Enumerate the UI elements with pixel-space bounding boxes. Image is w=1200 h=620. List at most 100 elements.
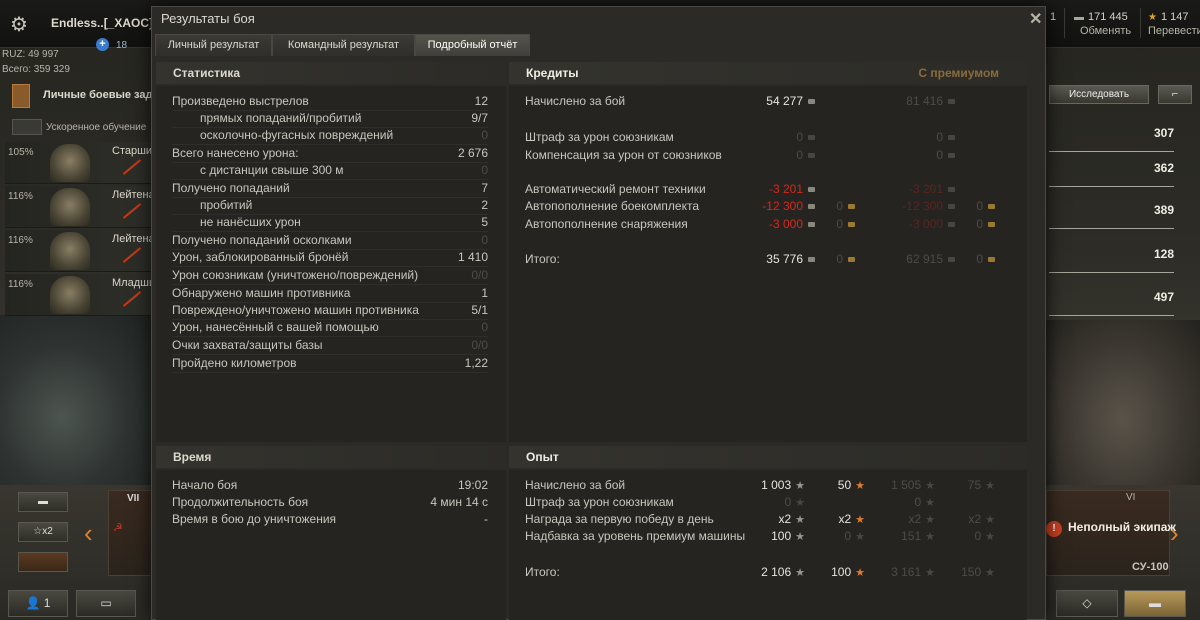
credits-icon bbox=[808, 187, 815, 193]
exp-value: 100 ★ bbox=[771, 529, 805, 543]
tank-tier: VI bbox=[1126, 492, 1136, 503]
platoon-count: 1 bbox=[43, 596, 51, 610]
credit-row: Начислено за бой 54 277 81 416 bbox=[525, 94, 1005, 111]
premium-filter-button[interactable] bbox=[18, 552, 68, 572]
currency-one: 1 bbox=[1050, 11, 1057, 23]
tank-card[interactable]: VII ☭ bbox=[108, 490, 153, 576]
credit-value: 0 bbox=[796, 130, 815, 144]
gold-icon bbox=[848, 204, 855, 210]
exp-star-icon: ★ bbox=[795, 514, 805, 526]
premium-exp-value: 151 ★ bbox=[901, 529, 935, 543]
stat-value: 0/0 bbox=[471, 338, 488, 352]
credit-amount: -3 000 bbox=[768, 217, 803, 231]
exp-row: Штраф за урон союзникам 0 ★ 0 ★ bbox=[525, 495, 1005, 512]
exp-row: Начислено за бой 1 003 ★ 50 ★ 1 505 ★ 75 ★ bbox=[525, 478, 1005, 495]
x2-filter-button[interactable]: ☆x2 bbox=[18, 522, 68, 542]
credit-label: Компенсация за урон от союзников bbox=[525, 148, 722, 162]
accelerated-training[interactable]: Ускоренное обучение bbox=[8, 119, 158, 139]
credits-icon bbox=[808, 153, 815, 159]
tab-team[interactable]: Командный результат bbox=[272, 34, 415, 56]
premium-gold-amount: 0 bbox=[976, 199, 983, 213]
free-exp-amount: 0 bbox=[844, 529, 852, 543]
plus-icon[interactable]: + bbox=[96, 38, 109, 51]
book-icon bbox=[12, 84, 30, 108]
gold-value: 0 bbox=[836, 199, 855, 213]
crew-portrait bbox=[50, 232, 90, 270]
stat-row: Повреждено/уничтожено машин противника 5/… bbox=[172, 303, 488, 320]
exp-amount: x2 bbox=[778, 512, 792, 526]
gear-icon[interactable]: ⚙ bbox=[10, 12, 28, 37]
incomplete-crew-label: Неполный экипаж bbox=[1068, 520, 1176, 534]
exp-label: Начислено за бой bbox=[525, 478, 626, 492]
crew-member[interactable]: 116% Лейтенант bbox=[5, 186, 166, 228]
time-value: 19:02 bbox=[457, 478, 488, 492]
premium-free-exp-amount: 150 bbox=[961, 565, 982, 579]
stat-row: Урон союзникам (уничтожено/повреждений) 0… bbox=[172, 268, 488, 285]
exp-star-icon: ★ bbox=[925, 497, 935, 509]
tank-filter-button[interactable]: ▬ bbox=[18, 492, 68, 512]
credits-icon bbox=[948, 187, 955, 193]
stat-value: 7 bbox=[481, 181, 488, 195]
credit-amount: -3 201 bbox=[768, 182, 803, 196]
exp-amount: 2 106 bbox=[761, 565, 792, 579]
close-icon[interactable]: ✕ bbox=[1029, 9, 1042, 29]
time-value: - bbox=[484, 512, 488, 526]
research-button[interactable]: Исследовать bbox=[1049, 85, 1149, 104]
free-exp-star-icon: ★ bbox=[985, 531, 995, 543]
crew-member[interactable]: 116% Лейтенант bbox=[5, 230, 166, 272]
tab-detailed[interactable]: Подробный отчёт bbox=[415, 34, 530, 56]
depot-button[interactable]: ◇ bbox=[1056, 590, 1118, 617]
accelerated-training-label: Ускоренное обучение bbox=[46, 121, 147, 133]
exp-star-icon: ★ bbox=[925, 480, 935, 492]
carousel-right-arrow[interactable]: › bbox=[1170, 518, 1179, 549]
credits-value: ▬ 171 445 bbox=[1074, 11, 1128, 23]
premium-gold-amount: 0 bbox=[976, 217, 983, 231]
crew-member[interactable]: 116% Младший bbox=[5, 274, 161, 316]
credit-row: Итого: 35 776 0 62 915 0 bbox=[525, 252, 1005, 269]
credit-row: Компенсация за урон от союзников 0 0 bbox=[525, 148, 1005, 165]
stat-label: Всего нанесено урона: bbox=[172, 146, 299, 160]
battle-icon: ▬ bbox=[1149, 596, 1161, 610]
stat-label: Пройдено километров bbox=[172, 356, 297, 370]
free-exp-star-icon: ★ bbox=[985, 567, 995, 579]
credits-icon bbox=[808, 135, 815, 141]
window-title: Результаты боя bbox=[161, 11, 255, 26]
free-exp-star-icon: ★ bbox=[855, 567, 865, 579]
premium-credit-value: -3 201 bbox=[909, 182, 955, 196]
exchange-button[interactable]: Обменять bbox=[1080, 25, 1131, 37]
time-label: Время в бою до уничтожения bbox=[172, 512, 337, 526]
stat-label: Урон, заблокированный бронёй bbox=[172, 250, 349, 264]
personal-missions[interactable]: Личные боевые задачи bbox=[10, 84, 171, 108]
stat-row: Урон, заблокированный бронёй 1 410 bbox=[172, 250, 488, 267]
crew-role-icon bbox=[122, 203, 142, 219]
battle-button[interactable]: ▬ bbox=[1124, 590, 1186, 617]
free-exp-star-icon: ★ bbox=[855, 480, 865, 492]
free-exp-amount: x2 bbox=[838, 512, 852, 526]
credits-icon bbox=[948, 99, 955, 105]
tank-stat: 362 bbox=[1049, 152, 1174, 187]
credit-amount: -12 300 bbox=[762, 199, 803, 213]
credits-icon bbox=[948, 204, 955, 210]
credit-value: 54 277 bbox=[766, 94, 815, 108]
free-exp-amount: 100 bbox=[831, 565, 852, 579]
platoon-button[interactable]: 👤 1 bbox=[8, 590, 68, 617]
crew-member[interactable]: 105% Старшина bbox=[5, 142, 164, 184]
credits-icon bbox=[948, 222, 955, 228]
diamond-icon: ◇ bbox=[1082, 596, 1092, 610]
credit-amount: 35 776 bbox=[766, 252, 803, 266]
player-name[interactable]: Endless..[_XAOC] bbox=[51, 16, 153, 30]
free-exp-value: 100 ★ bbox=[831, 565, 865, 579]
crew-skill-pct: 116% bbox=[8, 235, 33, 246]
chat-button[interactable]: ▭ bbox=[76, 590, 136, 617]
credits-icon bbox=[948, 153, 955, 159]
premium-exp-value: 3 161 ★ bbox=[891, 565, 935, 579]
time-header: Время bbox=[156, 446, 506, 468]
transfer-button[interactable]: Перевести bbox=[1148, 25, 1200, 37]
gold-icon bbox=[988, 222, 995, 228]
premium-gold-amount: 0 bbox=[976, 252, 983, 266]
gun-icon[interactable]: ⌐ bbox=[1158, 85, 1192, 104]
tab-personal[interactable]: Личный результат bbox=[155, 34, 272, 56]
carousel-left-arrow[interactable]: ‹ bbox=[84, 518, 93, 549]
premium-free-exp-value: 150 ★ bbox=[961, 565, 995, 579]
stat-value: 0 bbox=[481, 320, 488, 334]
